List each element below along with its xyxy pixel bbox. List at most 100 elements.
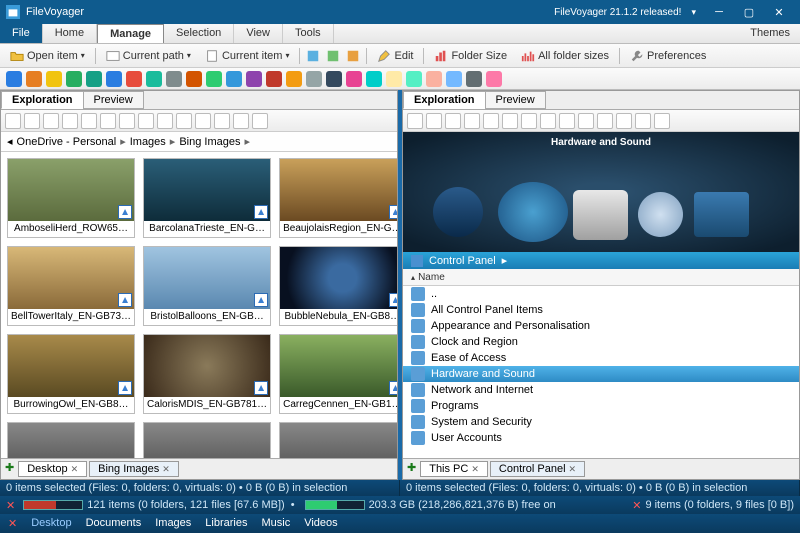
preferences-button[interactable]: Preferences <box>626 48 710 64</box>
close-icon[interactable]: ✕ <box>569 464 577 475</box>
view-btn-3[interactable] <box>62 113 78 129</box>
release-dropdown-icon[interactable]: ▾ <box>691 7 696 18</box>
view-btn-13[interactable] <box>654 113 670 129</box>
close-icon[interactable]: ✕ <box>6 499 15 512</box>
view-btn-5[interactable] <box>100 113 116 129</box>
app-shortcut-5[interactable] <box>106 71 122 87</box>
btab-thispc[interactable]: This PC✕ <box>420 461 488 477</box>
thumb-item[interactable] <box>7 422 135 458</box>
list-row[interactable]: System and Security <box>403 414 799 430</box>
crumb-2[interactable]: Bing Images <box>179 136 240 148</box>
plus-icon[interactable]: ✚ <box>407 461 416 477</box>
app-shortcut-2[interactable] <box>46 71 62 87</box>
tab-tools[interactable]: Tools <box>283 24 334 43</box>
tab-file[interactable]: File <box>0 24 43 43</box>
view-btn-1[interactable] <box>426 113 442 129</box>
close-icon[interactable]: ✕ <box>471 464 479 475</box>
folder-size-button[interactable]: Folder Size <box>430 48 511 64</box>
thumb-item[interactable]: BellTowerItaly_EN-GB73… <box>7 246 135 326</box>
app-shortcut-12[interactable] <box>246 71 262 87</box>
plus-icon[interactable]: ✚ <box>5 461 14 477</box>
qa-music[interactable]: Music <box>261 517 290 530</box>
view-btn-9[interactable] <box>578 113 594 129</box>
thumb-item[interactable]: BarcolanaTrieste_EN-G… <box>143 158 271 238</box>
qa-images[interactable]: Images <box>155 517 191 530</box>
app-shortcut-1[interactable] <box>26 71 42 87</box>
current-item-button[interactable]: Current item▾ <box>201 48 294 64</box>
tab-preview-r[interactable]: Preview <box>485 91 546 109</box>
thumb-item[interactable]: CarregCennen_EN-GB1… <box>279 334 397 414</box>
tab-preview[interactable]: Preview <box>83 91 144 109</box>
tool-icon-2[interactable] <box>326 49 340 63</box>
col-name[interactable]: Name <box>418 272 445 283</box>
qa-desktop[interactable]: Desktop <box>31 517 71 530</box>
close-icon[interactable]: ✕ <box>71 464 79 475</box>
minimize-button[interactable]: ─ <box>704 2 734 22</box>
view-btn-6[interactable] <box>521 113 537 129</box>
view-btn-1[interactable] <box>24 113 40 129</box>
list-row[interactable]: Clock and Region <box>403 334 799 350</box>
app-shortcut-13[interactable] <box>266 71 282 87</box>
app-shortcut-21[interactable] <box>426 71 442 87</box>
thumb-item[interactable] <box>279 422 397 458</box>
list-columns[interactable]: ▴ Name <box>403 269 799 286</box>
btab-cpanel[interactable]: Control Panel✕ <box>490 461 585 477</box>
view-btn-7[interactable] <box>138 113 154 129</box>
tab-selection[interactable]: Selection <box>164 24 234 43</box>
app-shortcut-8[interactable] <box>166 71 182 87</box>
list-row[interactable]: Ease of Access <box>403 350 799 366</box>
list-row[interactable]: Programs <box>403 398 799 414</box>
view-btn-2[interactable] <box>445 113 461 129</box>
view-btn-3[interactable] <box>464 113 480 129</box>
open-item-button[interactable]: Open item▾ <box>6 48 89 64</box>
current-path-button[interactable]: Current path▾ <box>102 48 195 64</box>
qa-libraries[interactable]: Libraries <box>205 517 247 530</box>
app-shortcut-24[interactable] <box>486 71 502 87</box>
thumbnail-gallery[interactable]: AmboseliHerd_ROW65…BarcolanaTrieste_EN-G… <box>1 152 397 458</box>
view-btn-4[interactable] <box>483 113 499 129</box>
thumb-item[interactable]: BubbleNebula_EN-GB8… <box>279 246 397 326</box>
view-btn-10[interactable] <box>195 113 211 129</box>
tool-icon-1[interactable] <box>306 49 320 63</box>
all-folder-sizes-button[interactable]: All folder sizes <box>517 48 613 64</box>
app-shortcut-0[interactable] <box>6 71 22 87</box>
list-row[interactable]: User Accounts <box>403 430 799 446</box>
tool-icon-3[interactable] <box>346 49 360 63</box>
view-btn-13[interactable] <box>252 113 268 129</box>
list-breadcrumb[interactable]: Control Panel▸ <box>403 252 799 269</box>
app-shortcut-7[interactable] <box>146 71 162 87</box>
view-btn-9[interactable] <box>176 113 192 129</box>
list-row[interactable]: .. <box>403 286 799 302</box>
app-shortcut-16[interactable] <box>326 71 342 87</box>
tab-manage[interactable]: Manage <box>97 24 164 43</box>
view-btn-11[interactable] <box>214 113 230 129</box>
view-btn-8[interactable] <box>559 113 575 129</box>
app-shortcut-9[interactable] <box>186 71 202 87</box>
list-row[interactable]: All Control Panel Items <box>403 302 799 318</box>
app-shortcut-3[interactable] <box>66 71 82 87</box>
view-btn-12[interactable] <box>635 113 651 129</box>
close-icon[interactable]: ✕ <box>632 499 641 512</box>
thumb-item[interactable]: CalorisMDIS_EN-GB781… <box>143 334 271 414</box>
thumb-item[interactable]: BurrowingOwl_EN-GB8… <box>7 334 135 414</box>
app-shortcut-6[interactable] <box>126 71 142 87</box>
list-row[interactable]: Network and Internet <box>403 382 799 398</box>
maximize-button[interactable]: ▢ <box>734 2 764 22</box>
app-shortcut-17[interactable] <box>346 71 362 87</box>
view-btn-0[interactable] <box>5 113 21 129</box>
tab-home[interactable]: Home <box>43 24 97 43</box>
btab-bing[interactable]: Bing Images✕ <box>89 461 179 477</box>
thumb-item[interactable]: BeaujolaisRegion_EN-G… <box>279 158 397 238</box>
thumb-item[interactable]: AmboseliHerd_ROW65… <box>7 158 135 238</box>
view-btn-5[interactable] <box>502 113 518 129</box>
view-btn-8[interactable] <box>157 113 173 129</box>
crumb-1[interactable]: Images <box>130 136 166 148</box>
crumb-0[interactable]: OneDrive - Personal <box>17 136 117 148</box>
left-breadcrumb[interactable]: ◂ OneDrive - Personal▸ Images▸ Bing Imag… <box>1 132 397 152</box>
thumb-item[interactable]: BristolBalloons_EN-GB… <box>143 246 271 326</box>
qa-documents[interactable]: Documents <box>86 517 142 530</box>
view-btn-2[interactable] <box>43 113 59 129</box>
view-btn-10[interactable] <box>597 113 613 129</box>
app-shortcut-14[interactable] <box>286 71 302 87</box>
close-icon[interactable]: ✕ <box>8 517 17 530</box>
